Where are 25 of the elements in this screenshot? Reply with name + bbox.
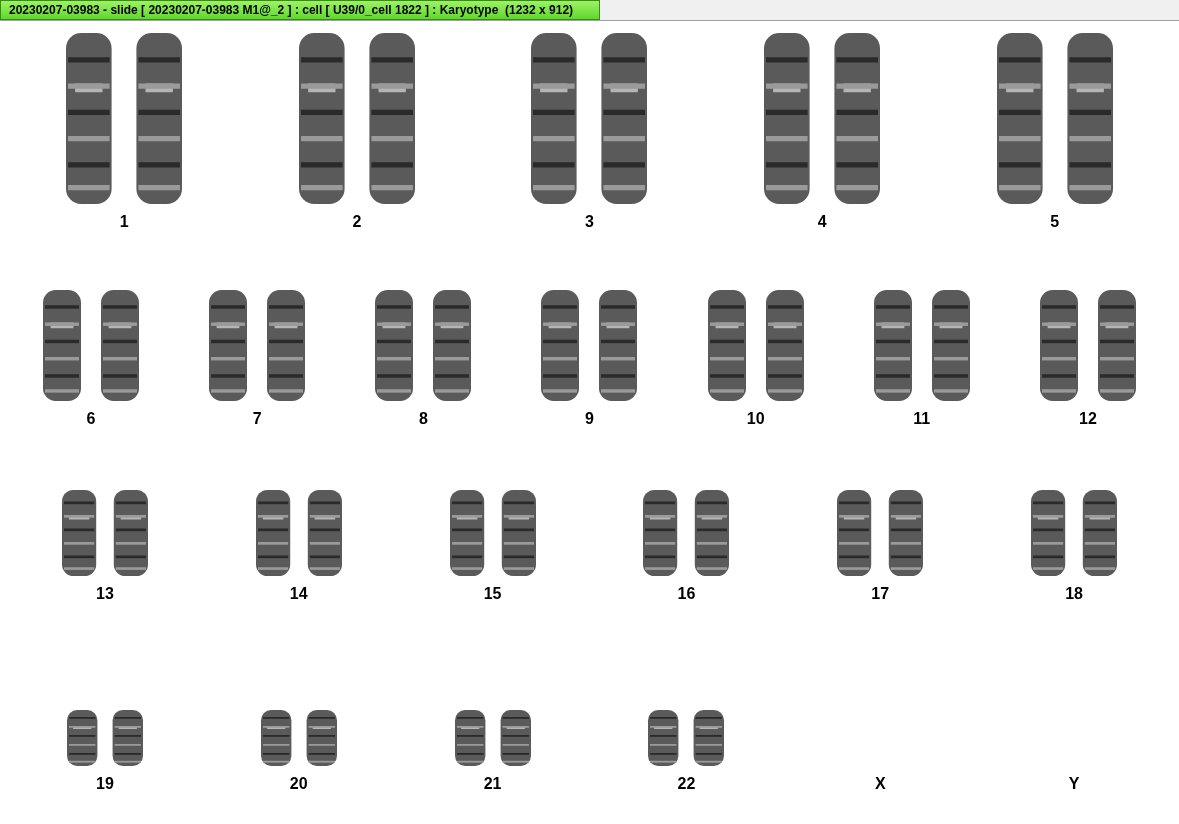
chromosome-number: 15 xyxy=(483,584,502,604)
chromosome-number: 2 xyxy=(352,212,362,232)
chromosome-number: 10 xyxy=(746,409,765,429)
chromosome-number: 14 xyxy=(289,584,308,604)
chromosome-number: 22 xyxy=(677,774,696,794)
chromosome-number: 5 xyxy=(1050,212,1060,232)
chromosome-number: 6 xyxy=(86,409,96,429)
chromosome-number: Y xyxy=(1068,774,1080,794)
chromosome-number: 7 xyxy=(252,409,262,429)
chromosome-number: 21 xyxy=(483,774,502,794)
chromosome-number: 1 xyxy=(119,212,129,232)
chromosome-number: 20 xyxy=(289,774,308,794)
chromosome-number: 13 xyxy=(96,584,114,604)
chromosome-number: 3 xyxy=(585,212,594,232)
chromosome-number: 11 xyxy=(913,409,931,429)
chromosome-number: 18 xyxy=(1065,584,1083,604)
chromosome-number: X xyxy=(874,774,886,794)
chromosome-number: 8 xyxy=(418,409,428,429)
window-title: 20230207-03983 - slide [ 20230207-03983 M1@_2 ] : cell [ U39/0_cell 1822 ] : Karyotype (1232 x 912) xyxy=(0,0,600,20)
chromosome-number: 19 xyxy=(96,774,114,794)
chromosome-number: 12 xyxy=(1079,409,1097,429)
chromosome-number: 9 xyxy=(585,409,594,429)
chromosome-number: 16 xyxy=(677,584,696,604)
chromosome-number: 17 xyxy=(871,584,890,604)
chromosome-number: 4 xyxy=(817,212,827,232)
